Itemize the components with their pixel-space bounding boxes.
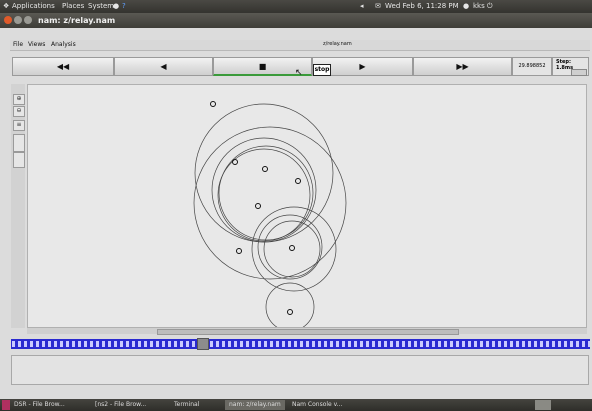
fast-forward-button[interactable]: ▶▶: [413, 57, 512, 76]
menu-places[interactable]: Places: [62, 2, 84, 10]
slider-track[interactable]: [13, 152, 25, 168]
back-button[interactable]: ◀: [114, 57, 213, 76]
taskbar-item[interactable]: Nam Console v...: [292, 400, 342, 410]
menubar: File Views Analysis z/relay.nam: [10, 40, 590, 51]
node: [289, 245, 295, 251]
taskbar-item[interactable]: [ns2 - File Brow...: [95, 400, 146, 410]
node: [262, 166, 268, 172]
menu-system[interactable]: System: [88, 2, 114, 10]
node: [295, 178, 301, 184]
range-circle: [265, 282, 315, 327]
range-circle: [193, 126, 347, 280]
cursor-icon: ↖: [295, 68, 303, 78]
slider-thumb[interactable]: [13, 134, 25, 152]
network-canvas[interactable]: [27, 84, 587, 328]
window-title: nam: z/relay.nam: [38, 16, 116, 25]
taskbar-item[interactable]: Terminal: [174, 400, 199, 410]
file-path-label: z/relay.nam: [323, 41, 352, 47]
minimize-icon[interactable]: [14, 16, 22, 24]
range-circle: [194, 103, 334, 243]
node: [255, 203, 261, 209]
stop-tooltip: stop: [313, 64, 331, 76]
range-circle: [217, 148, 311, 242]
show-desktop-icon[interactable]: [2, 400, 10, 410]
user-name[interactable]: kks: [473, 2, 485, 10]
timeline-marker[interactable]: [197, 338, 209, 350]
top-panel: ❖ Applications Places System ● ? ◂ ✉ Wed…: [0, 0, 592, 13]
mail-icon[interactable]: ✉: [375, 2, 381, 10]
step-control[interactable]: Step: 1.8ms: [552, 57, 589, 76]
taskbar: DSR - File Brow... [ns2 - File Brow... T…: [0, 399, 592, 411]
rewind-button[interactable]: ◀◀: [12, 57, 114, 76]
zoom-in-icon[interactable]: ⊕: [13, 94, 25, 105]
annotation-panel: [11, 355, 589, 385]
clock[interactable]: Wed Feb 6, 11:28 PM: [385, 2, 459, 10]
timeline-bar[interactable]: [11, 339, 590, 349]
power-icon[interactable]: ⏻: [487, 2, 493, 11]
vertical-slider[interactable]: ≡: [13, 120, 25, 131]
workspace-switcher[interactable]: [535, 400, 551, 410]
range-circle: [263, 220, 321, 278]
maximize-icon[interactable]: [24, 16, 32, 24]
zoom-out-icon[interactable]: ⊖: [13, 106, 25, 117]
node: [232, 159, 238, 165]
window-titlebar[interactable]: nam: z/relay.nam: [0, 13, 592, 28]
range-circle: [211, 137, 317, 243]
side-toolbar: ⊕ ⊖ ≡: [11, 84, 25, 328]
node: [287, 309, 293, 315]
close-icon[interactable]: [4, 16, 12, 24]
time-display: 29.898852: [512, 57, 552, 76]
menu-file[interactable]: File: [13, 41, 23, 48]
horizontal-scrollbar[interactable]: [27, 328, 587, 335]
menu-applications[interactable]: Applications: [12, 2, 55, 10]
volume-icon[interactable]: ◂: [360, 2, 364, 10]
taskbar-item-active[interactable]: nam: z/relay.nam: [225, 400, 285, 410]
user-icon: ●: [463, 2, 470, 10]
taskbar-item[interactable]: DSR - File Brow...: [14, 400, 65, 410]
menu-views[interactable]: Views: [28, 41, 45, 48]
scrollbar-thumb[interactable]: [157, 329, 459, 335]
step-slider[interactable]: [571, 69, 587, 76]
applications-icon[interactable]: ❖: [3, 2, 9, 10]
menu-analysis[interactable]: Analysis: [51, 41, 76, 48]
help-icon[interactable]: ?: [122, 2, 126, 10]
firefox-icon[interactable]: ●: [113, 2, 119, 10]
node: [236, 248, 242, 254]
node: [210, 101, 216, 107]
